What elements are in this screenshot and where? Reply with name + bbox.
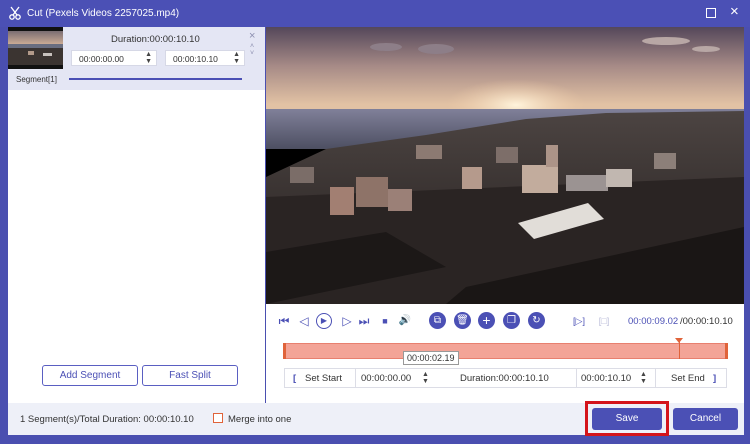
player-controls: ⏮ ◁ ▶ ▷ ⏭ ■ 🔊 ⧉ 🗑 + ❐ ↻ [▷] [□] 00:00:09…	[266, 304, 744, 403]
segment-duration: Duration:00:00:10.10	[111, 34, 200, 45]
divider	[576, 369, 577, 387]
segment-panel: Duration:00:00:10.10 00:00:00.00 ▲ ▼ 00:0…	[8, 27, 265, 403]
trim-duration: Duration:00:00:10.10	[460, 373, 549, 384]
timeline-track[interactable]	[283, 338, 728, 359]
set-start-button[interactable]: Set Start	[305, 373, 342, 384]
maximize-icon[interactable]	[706, 8, 716, 18]
end-time-field[interactable]: 00:00:10.10	[581, 373, 631, 384]
cancel-button[interactable]: Cancel	[673, 408, 738, 430]
reset-icon[interactable]: ↻	[528, 312, 545, 329]
segment-end-field[interactable]: 00:00:10.10 ▲ ▼	[165, 50, 245, 66]
move-up-icon[interactable]: ˄	[250, 43, 254, 50]
bracket-open-icon: [	[293, 373, 297, 384]
duplicate-icon[interactable]: ❐	[503, 312, 520, 329]
chevron-up-icon[interactable]: ▲	[233, 51, 240, 58]
segment-thumbnail	[8, 27, 63, 69]
merge-label[interactable]: Merge into one	[228, 414, 291, 425]
play-icon[interactable]: ▶	[316, 313, 332, 329]
start-time-field[interactable]: 00:00:00.00	[361, 373, 411, 384]
chevron-up-icon[interactable]: ▲	[145, 51, 152, 58]
chevron-down-icon[interactable]: ▼	[640, 378, 647, 385]
jump-end-icon[interactable]: ⏭	[356, 313, 372, 329]
divider	[655, 369, 656, 387]
trim-start-handle[interactable]	[283, 343, 286, 359]
segment-end-value: 00:00:10.10	[173, 54, 218, 64]
trim-edit-row: [ Set Start 00:00:00.00 ▲ ▼ Duration:00:0…	[284, 368, 727, 388]
total-time: /00:00:10.10	[680, 316, 733, 327]
title-bar: Cut (Pexels Videos 2257025.mp4) ×	[0, 0, 750, 27]
close-icon[interactable]: ×	[730, 4, 739, 19]
chevron-up-icon[interactable]: ▲	[422, 371, 429, 378]
remove-segment-icon[interactable]: ×	[249, 30, 255, 42]
divider	[355, 369, 356, 387]
end-time-stepper[interactable]: ▲ ▼	[640, 371, 647, 385]
set-end-button[interactable]: Set End	[671, 373, 705, 384]
segment-start-stepper[interactable]: ▲ ▼	[145, 51, 152, 65]
chevron-up-icon[interactable]: ▲	[640, 371, 647, 378]
volume-icon[interactable]: 🔊	[397, 313, 413, 329]
jump-start-icon[interactable]: ⏮	[276, 313, 292, 329]
set-start-marker-icon[interactable]: [▷]	[569, 313, 589, 329]
segment-start-field[interactable]: 00:00:00.00 ▲ ▼	[71, 50, 157, 66]
chevron-down-icon[interactable]: ▼	[422, 378, 429, 385]
scissors-icon	[9, 6, 21, 20]
copy-icon[interactable]: ⧉	[429, 312, 446, 329]
chevron-down-icon[interactable]: ▼	[233, 58, 240, 65]
chevron-down-icon[interactable]: ▼	[145, 58, 152, 65]
merge-checkbox[interactable]	[213, 413, 223, 423]
playhead-line[interactable]	[679, 339, 680, 359]
segment-range-bar	[69, 78, 242, 80]
move-down-icon[interactable]: ˅	[250, 50, 254, 57]
video-preview	[266, 27, 744, 304]
segment-item[interactable]: Duration:00:00:10.10 00:00:00.00 ▲ ▼ 00:0…	[8, 27, 265, 90]
window-title: Cut (Pexels Videos 2257025.mp4)	[27, 8, 180, 19]
time-tooltip: 00:00:02.19	[403, 351, 459, 365]
stop-icon[interactable]: ■	[377, 313, 393, 329]
save-button[interactable]: Save	[592, 408, 662, 430]
segment-label: Segment[1]	[16, 75, 57, 84]
bracket-close-icon: ]	[713, 373, 717, 384]
set-end-marker-icon[interactable]: [□]	[594, 313, 614, 329]
segment-end-stepper[interactable]: ▲ ▼	[233, 51, 240, 65]
add-segment-button[interactable]: Add Segment	[42, 365, 138, 386]
total-duration: 1 Segment(s)/Total Duration: 00:00:10.10	[20, 414, 194, 425]
add-icon[interactable]: +	[478, 312, 495, 329]
delete-icon[interactable]: 🗑	[454, 312, 471, 329]
segment-start-value: 00:00:00.00	[79, 54, 124, 64]
prev-frame-icon[interactable]: ◁	[296, 313, 312, 329]
footer-bar: 1 Segment(s)/Total Duration: 00:00:10.10…	[8, 401, 744, 436]
start-time-stepper[interactable]: ▲ ▼	[422, 371, 429, 385]
current-time: 00:00:09.02	[628, 316, 679, 327]
trim-end-handle[interactable]	[725, 343, 728, 359]
fast-split-button[interactable]: Fast Split	[142, 365, 238, 386]
next-frame-icon[interactable]: ▷	[339, 313, 355, 329]
